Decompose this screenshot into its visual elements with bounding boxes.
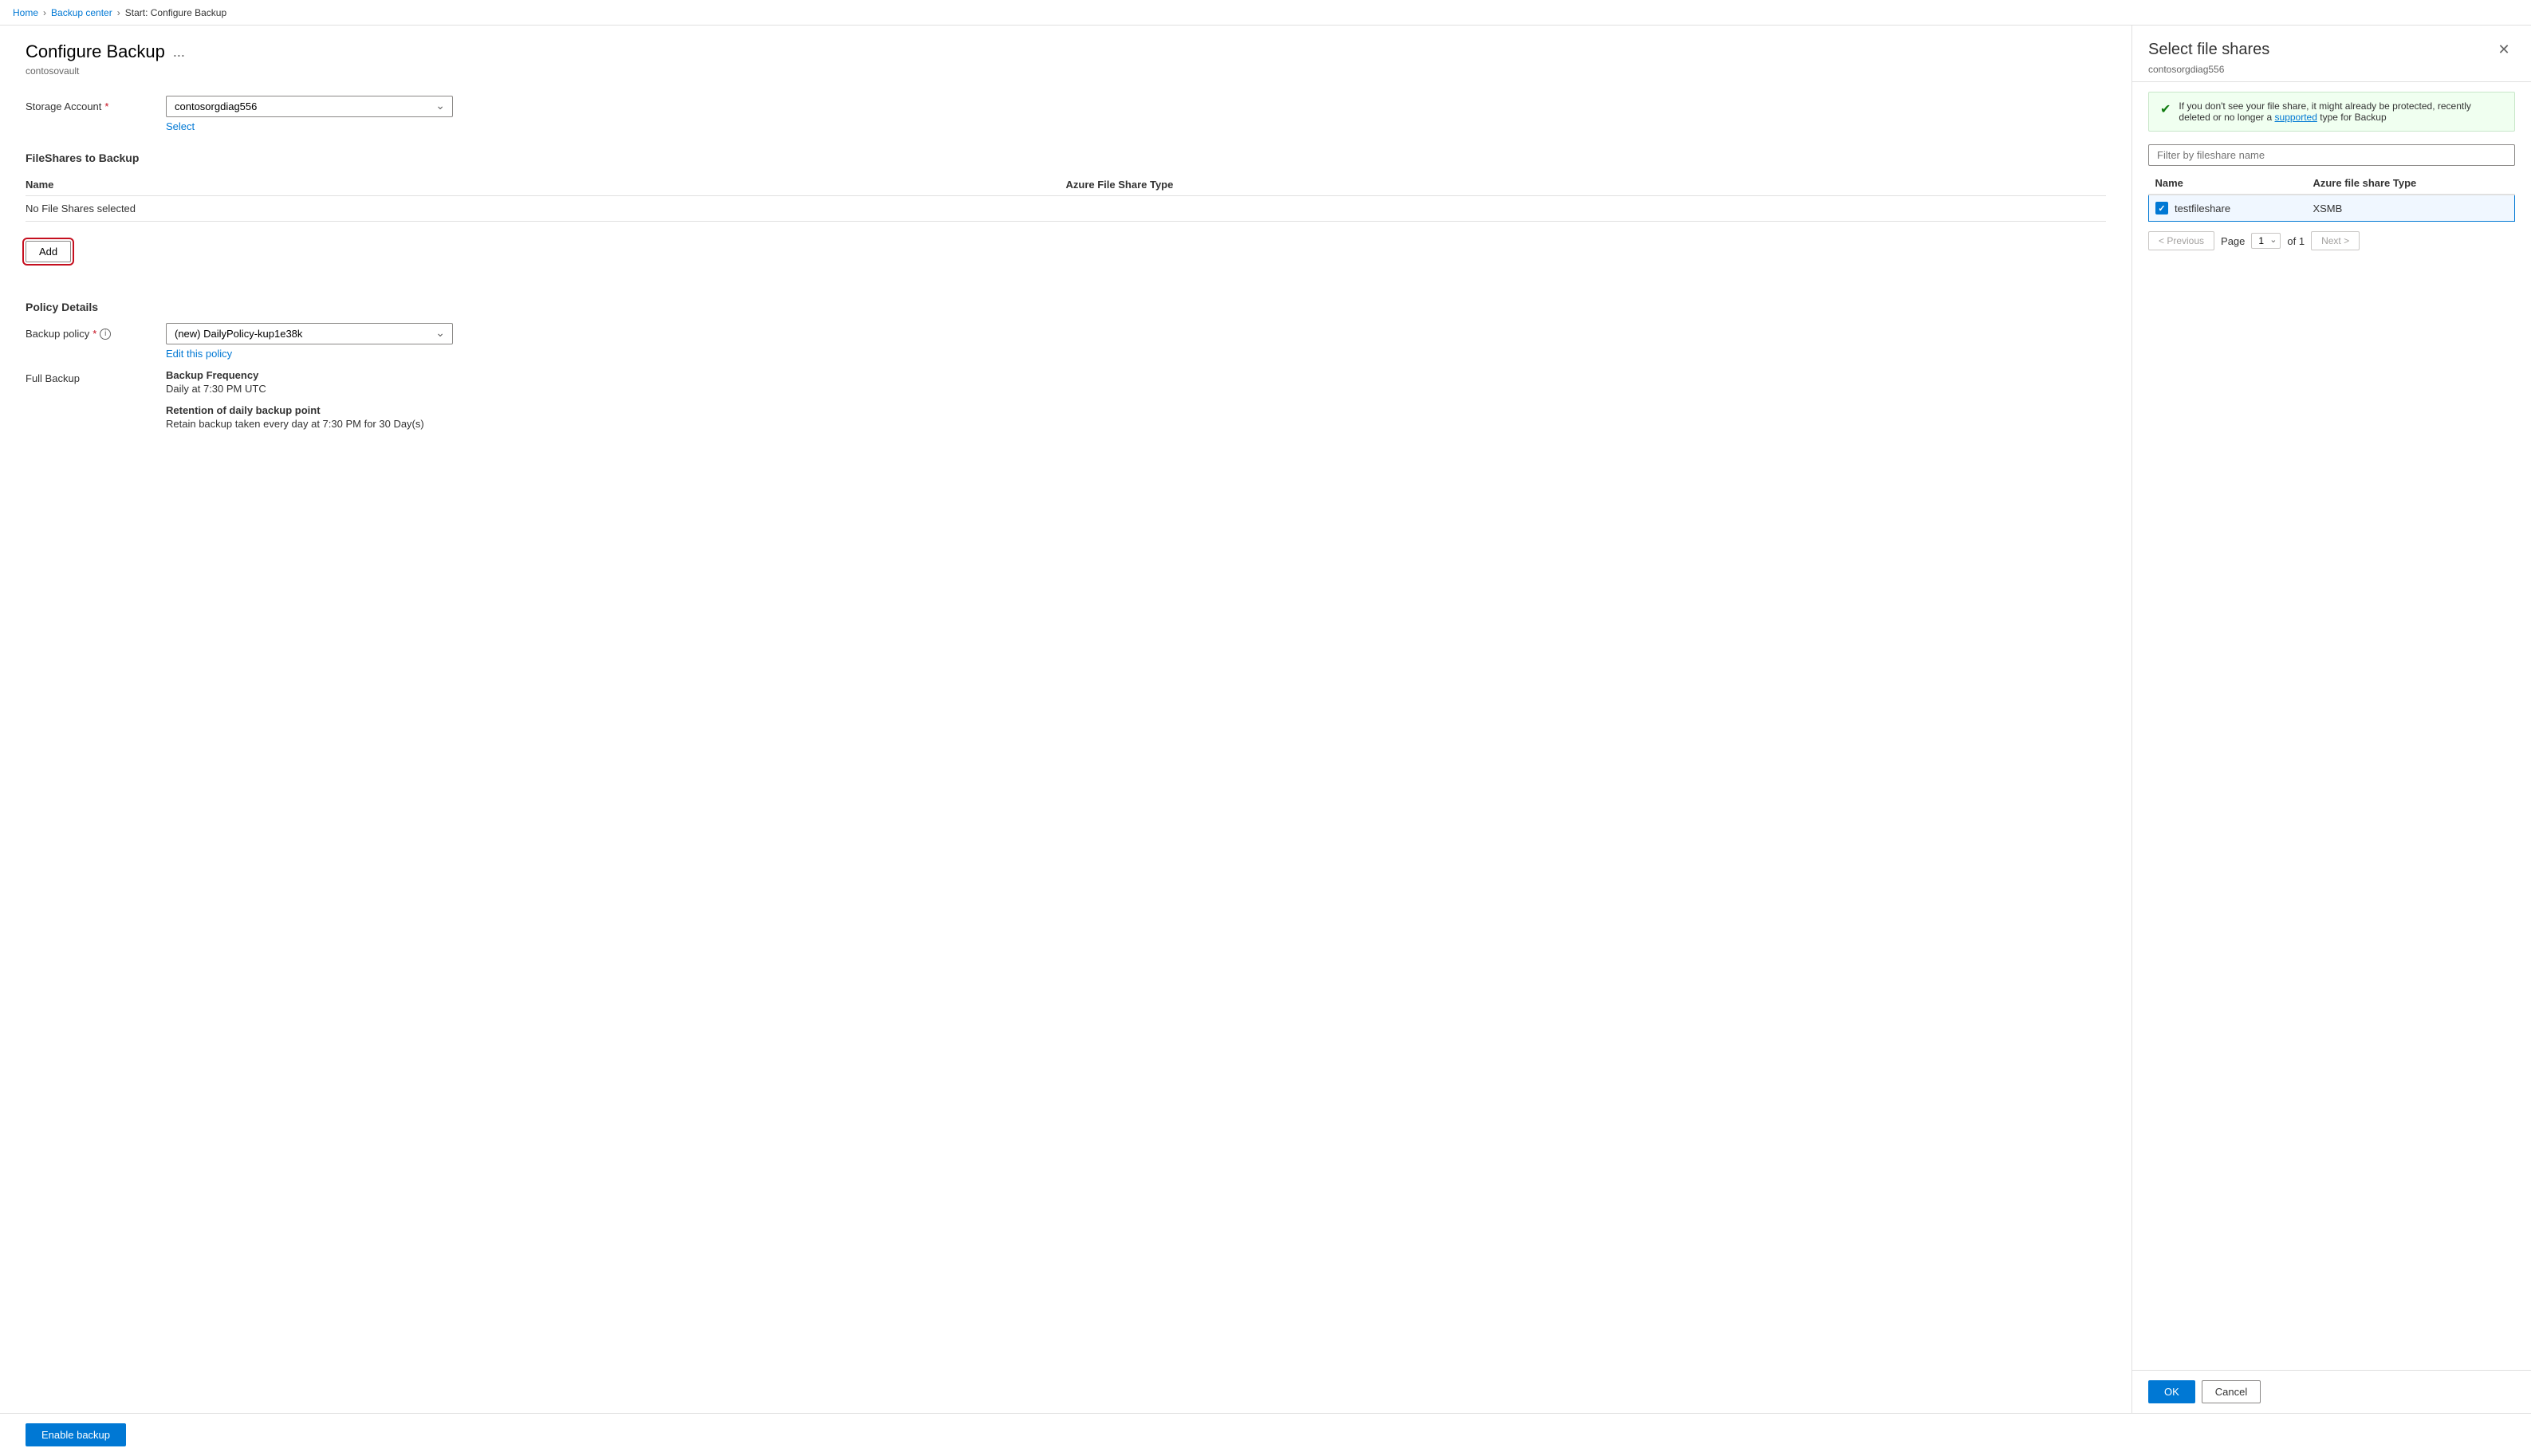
- close-button[interactable]: ✕: [2493, 38, 2515, 61]
- bottom-bar: Enable backup: [0, 1413, 2531, 1456]
- page-title: Configure Backup: [26, 41, 165, 62]
- backup-policy-field: (new) DailyPolicy-kup1e38k Edit this pol…: [166, 323, 453, 360]
- name-column-header: Name: [26, 179, 1066, 191]
- policy-section: Policy Details Backup policy * i (new) D…: [26, 301, 2106, 430]
- info-success-icon: ✔: [2160, 101, 2171, 117]
- cancel-button[interactable]: Cancel: [2202, 1380, 2261, 1403]
- policy-info-icon[interactable]: i: [100, 329, 111, 340]
- fileshares-table-header: Name Azure File Share Type: [26, 174, 2106, 196]
- file-shares-table-body: testfileshare XSMB: [2149, 195, 2515, 222]
- storage-account-label: Storage Account *: [26, 96, 153, 112]
- configure-backup-panel: Configure Backup ... contosovault Storag…: [0, 26, 2132, 1413]
- right-panel-footer: OK Cancel: [2132, 1370, 2531, 1413]
- policy-section-title: Policy Details: [26, 301, 2106, 313]
- storage-account-select[interactable]: contosorgdiag556: [166, 96, 453, 117]
- file-shares-table: Name Azure file share Type testfileshare…: [2148, 172, 2515, 222]
- backup-frequency-value: Daily at 7:30 PM UTC: [166, 383, 424, 395]
- fileshares-title: FileShares to Backup: [26, 152, 2106, 164]
- file-share-type-cell: XSMB: [2306, 195, 2514, 222]
- info-banner-text: If you don't see your file share, it mig…: [2179, 100, 2503, 123]
- select-link[interactable]: Select: [166, 120, 195, 132]
- right-panel-subtitle: contosorgdiag556: [2148, 64, 2515, 75]
- retention-title: Retention of daily backup point: [166, 404, 424, 416]
- right-panel-title: Select file shares: [2148, 41, 2269, 59]
- right-panel-header: Select file shares ✕ contosorgdiag556: [2132, 26, 2531, 82]
- full-backup-row: Full Backup Backup Frequency Daily at 7:…: [26, 369, 2106, 430]
- breadcrumb-home[interactable]: Home: [13, 7, 38, 18]
- page-label: Page: [2221, 235, 2245, 247]
- fileshares-section: FileShares to Backup Name Azure File Sha…: [26, 152, 2106, 222]
- breadcrumb-backup-center[interactable]: Backup center: [51, 7, 112, 18]
- supported-link[interactable]: supported: [2275, 112, 2317, 123]
- of-label: of 1: [2287, 235, 2305, 247]
- edit-policy-link[interactable]: Edit this policy: [166, 348, 232, 360]
- add-button[interactable]: Add: [26, 241, 71, 262]
- file-share-name-cell[interactable]: testfileshare: [2149, 195, 2307, 222]
- breadcrumb-current: Start: Configure Backup: [125, 7, 226, 18]
- next-button[interactable]: Next >: [2311, 231, 2360, 250]
- right-panel-body: ✔ If you don't see your file share, it m…: [2132, 82, 2531, 1370]
- azure-type-column-header: Azure file share Type: [2306, 172, 2514, 195]
- policy-required-indicator: *: [93, 328, 96, 340]
- storage-account-section: Storage Account * contosorgdiag556 Selec…: [26, 96, 2106, 132]
- name-column-header: Name: [2149, 172, 2307, 195]
- backup-frequency-title: Backup Frequency: [166, 369, 424, 381]
- table-row: testfileshare XSMB: [2149, 195, 2515, 222]
- more-options-icon[interactable]: ...: [173, 44, 185, 61]
- breadcrumb: Home › Backup center › Start: Configure …: [0, 0, 2531, 26]
- right-panel-title-row: Select file shares ✕: [2148, 38, 2515, 61]
- backup-policy-select[interactable]: (new) DailyPolicy-kup1e38k: [166, 323, 453, 344]
- file-share-checkbox[interactable]: [2155, 202, 2168, 214]
- enable-backup-button[interactable]: Enable backup: [26, 1423, 126, 1446]
- pagination-row: < Previous Page 1 of 1 Next >: [2148, 231, 2515, 250]
- storage-account-select-wrapper[interactable]: contosorgdiag556: [166, 96, 453, 117]
- page-subtitle: contosovault: [26, 65, 2106, 77]
- page-select-wrapper[interactable]: 1: [2251, 233, 2281, 249]
- retention-value: Retain backup taken every day at 7:30 PM…: [166, 418, 424, 430]
- azure-share-type-header: Azure File Share Type: [1066, 179, 2107, 191]
- ok-button[interactable]: OK: [2148, 1380, 2195, 1403]
- filter-input[interactable]: [2148, 144, 2515, 166]
- right-panel: Select file shares ✕ contosorgdiag556 ✔ …: [2132, 26, 2531, 1413]
- full-backup-details: Backup Frequency Daily at 7:30 PM UTC Re…: [166, 369, 424, 430]
- info-banner: ✔ If you don't see your file share, it m…: [2148, 92, 2515, 132]
- backup-policy-select-wrapper[interactable]: (new) DailyPolicy-kup1e38k: [166, 323, 453, 344]
- page-select[interactable]: 1: [2251, 233, 2281, 249]
- backup-policy-label: Backup policy * i: [26, 323, 153, 340]
- backup-frequency-block: Backup Frequency Daily at 7:30 PM UTC: [166, 369, 424, 395]
- required-indicator: *: [104, 100, 108, 112]
- storage-account-field: contosorgdiag556 Select: [166, 96, 453, 132]
- previous-button[interactable]: < Previous: [2148, 231, 2214, 250]
- retention-block: Retention of daily backup point Retain b…: [166, 404, 424, 430]
- full-backup-label: Full Backup: [26, 369, 153, 384]
- no-files-row: No File Shares selected: [26, 196, 2106, 222]
- file-shares-table-header: Name Azure file share Type: [2149, 172, 2515, 195]
- file-share-name: testfileshare: [2175, 203, 2230, 214]
